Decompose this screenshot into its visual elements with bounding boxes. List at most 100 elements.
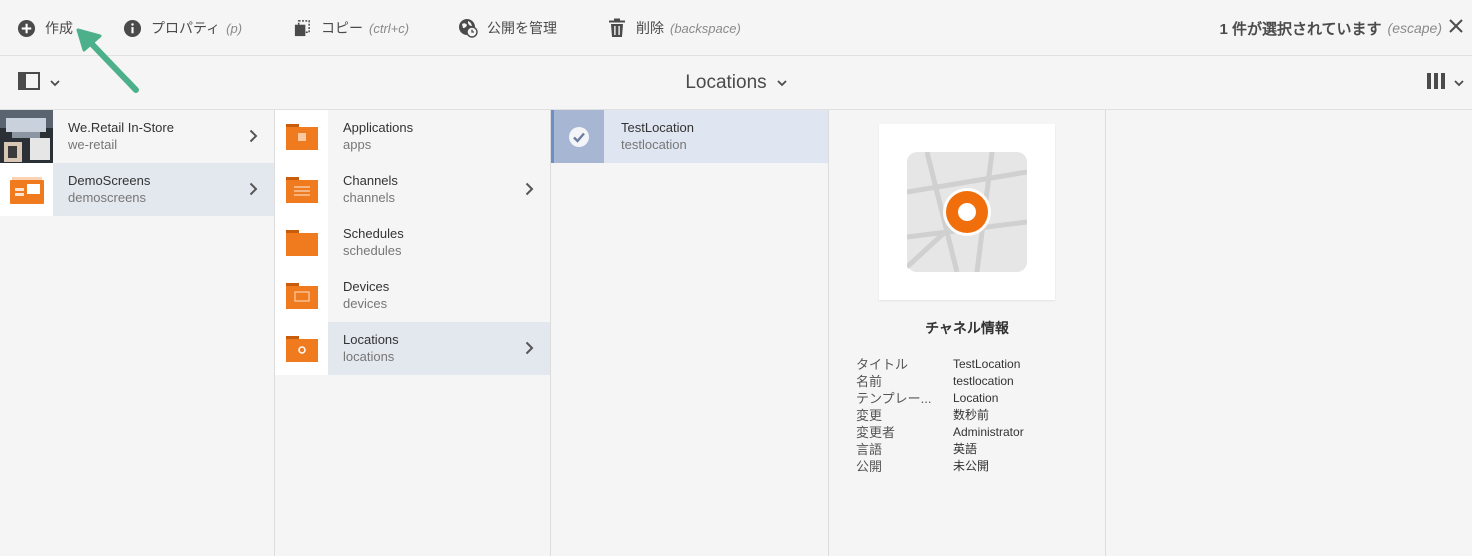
metadata-key: 変更 [856,408,883,423]
item-name: apps [343,137,372,152]
column-demoscreens: Applications apps Channels channels Sche… [275,110,551,556]
manage-publication-label: 公開を管理 [487,20,557,36]
item-title: Applications [343,120,414,135]
item-text: Channels channels [343,173,398,206]
item-text: DemoScreens demoscreens [68,173,150,206]
chevron-down-icon[interactable] [777,74,787,92]
item-text: We.Retail In-Store we-retail [68,120,174,153]
copy-label: コピー [321,20,363,36]
list-item[interactable]: We.Retail In-Store we-retail [0,110,274,163]
rail-toggle-button[interactable] [18,71,60,95]
list-item[interactable]: DemoScreens demoscreens [0,163,274,216]
close-selection-button[interactable] [1444,16,1468,40]
manage-publication-button[interactable]: 公開を管理 [458,0,557,56]
item-name: we-retail [68,137,118,152]
chevron-right-icon [249,182,258,201]
item-text: TestLocation testlocation [621,120,694,153]
delete-button[interactable]: 削除 (backspace) [607,0,741,56]
metadata-row: 言語 英語 [856,441,1096,458]
item-title: Schedules [343,226,404,241]
metadata-row: 公開 未公開 [856,458,1096,475]
folder-icon [275,269,328,322]
column-view-icon [1426,72,1446,95]
demo-folder-thumbnail [0,163,53,216]
list-item[interactable]: Locations locations [275,322,550,375]
item-title: Locations [343,332,399,347]
item-text: Applications apps [343,120,413,153]
metadata-key: 変更者 [856,425,896,440]
preview-heading: チャネル情報 [925,320,1009,336]
preview-thumbnail [879,124,1055,300]
rail-toggle-icon [18,71,40,95]
copy-shortcut: (ctrl+c) [369,20,410,36]
column-locations: TestLocation testlocation [551,110,829,556]
view-header: Locations [0,56,1472,110]
chevron-right-icon [525,341,534,360]
item-title: DemoScreens [68,173,151,188]
metadata-row: 変更 数秒前 [856,407,1096,424]
view-switcher-button[interactable] [1426,72,1472,94]
item-title: Devices [343,279,390,294]
item-title: We.Retail In-Store [68,120,174,135]
copy-icon [292,18,312,38]
location-map-icon [907,152,1027,272]
trash-icon [607,18,627,38]
metadata-value: Administrator [953,425,1024,439]
item-name: demoscreens [68,190,147,205]
folder-icon [275,322,328,375]
globe-clock-icon [458,18,478,38]
metadata-value: Location [953,391,999,405]
metadata-key: 公開 [856,459,883,474]
metadata-table: タイトル TestLocation 名前 testlocation テンプレー...… [856,356,1096,475]
item-title: Channels [343,173,398,188]
metadata-value: TestLocation [953,357,1021,371]
current-location-title[interactable]: Locations [685,72,766,94]
metadata-row: 名前 testlocation [856,373,1096,390]
properties-label: プロパティ [151,20,221,36]
metadata-key: テンプレー... [856,391,932,406]
delete-shortcut: (backspace) [670,20,741,36]
chevron-right-icon [525,182,534,201]
chevron-right-icon [249,129,258,148]
create-button[interactable]: 作成 [16,0,73,56]
item-name: schedules [343,243,402,258]
selection-status: 1 件が選択されています (escape) [1219,0,1442,56]
metadata-value: 未公開 [953,459,990,473]
selection-shortcut: (escape) [1387,20,1442,36]
item-name: devices [343,296,388,311]
checkmark-icon [569,126,589,147]
chevron-down-icon [50,74,60,92]
folder-icon [275,163,328,216]
properties-shortcut: (p) [226,20,243,36]
metadata-key: 言語 [856,442,883,457]
list-item[interactable]: Applications apps [275,110,550,163]
folder-icon [275,216,328,269]
properties-button[interactable]: プロパティ (p) [122,0,242,56]
create-label: 作成 [45,20,73,36]
breadcrumb-title: Locations [0,56,1472,110]
preview-panel: チャネル情報 タイトル TestLocation 名前 testlocation テ… [829,110,1106,556]
list-item[interactable]: Schedules schedules [275,216,550,269]
item-name: channels [343,190,396,205]
close-icon [1449,18,1463,38]
metadata-key: 名前 [856,374,883,389]
item-name: locations [343,349,395,364]
list-item[interactable]: TestLocation testlocation [551,110,828,163]
item-name: testlocation [621,137,687,152]
item-title: TestLocation [621,120,694,135]
folder-icon [275,110,328,163]
item-text: Devices devices [343,279,389,312]
action-bar: 作成 プロパティ (p) コピー (ctrl+c) 公開を管理 削除 (back… [0,0,1472,56]
selection-checkbox[interactable] [554,110,604,163]
metadata-value: 英語 [953,442,978,456]
selection-count-text: 1 件が選択されています [1219,20,1382,38]
metadata-value: 数秒前 [953,408,990,422]
metadata-row: テンプレー... Location [856,390,1096,407]
list-item[interactable]: Channels channels [275,163,550,216]
plus-circle-icon [16,18,36,38]
column-sites: We.Retail In-Store we-retail DemoScreens… [0,110,275,556]
list-item[interactable]: Devices devices [275,269,550,322]
delete-label: 削除 [636,20,664,36]
copy-button[interactable]: コピー (ctrl+c) [292,0,409,56]
item-text: Schedules schedules [343,226,404,259]
